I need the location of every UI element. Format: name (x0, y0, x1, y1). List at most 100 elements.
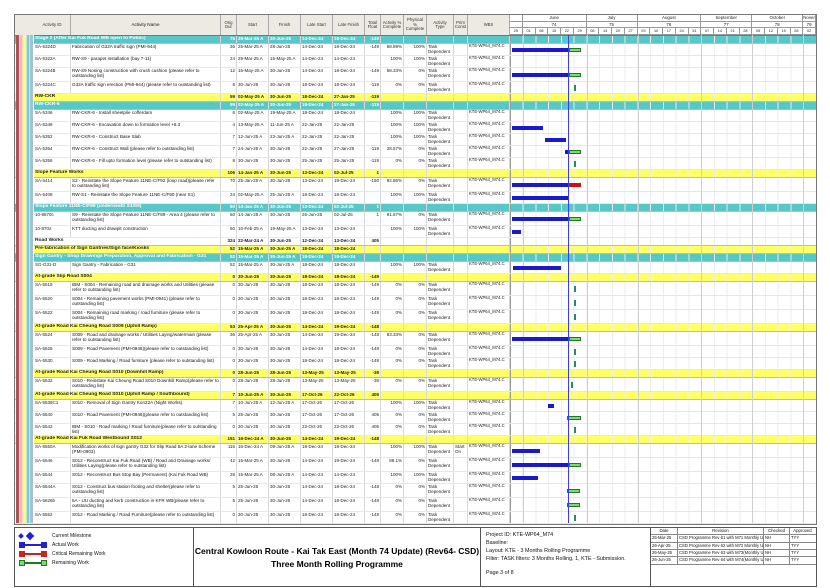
cell-d: 0 (221, 296, 237, 309)
cell-ls: 18-Dec-24 (301, 310, 333, 323)
cell-d: 0 (221, 310, 237, 323)
cell-mc (454, 370, 468, 377)
cell-mc (454, 274, 468, 281)
cell-pp: 0% (404, 498, 427, 511)
cell-lf: 18-Dec-24 (333, 296, 365, 309)
column-header-name: Activity Name (71, 15, 221, 35)
gantt-row (510, 122, 816, 133)
column-header-fn: Finish (269, 15, 301, 35)
gantt-row (510, 110, 816, 121)
cell-d: 0 (221, 274, 237, 281)
cell-mc (454, 324, 468, 331)
gantt-row (510, 412, 816, 423)
cell-fn: 30-Jun-25 (269, 412, 301, 423)
cell-tf: -148 (365, 324, 381, 331)
cell-at: Task Dependent (427, 44, 454, 55)
activity-row: SA-5518IBM - S004 - Remaining road and d… (15, 282, 816, 296)
actual-work-bar (512, 463, 569, 467)
cell-lf: 18-Dec-24 (333, 36, 365, 43)
cell-at: Task Dependent (427, 400, 454, 411)
revision-cell: CSD Programme Rev 64 with M74(Monthly Up… (678, 557, 764, 563)
cell-wbs: KTE-WP64_M74.C (468, 68, 510, 81)
cell-pp (404, 36, 427, 43)
group-band-row: At-grade Road Kai Cheung Road S010 (Down… (15, 370, 816, 378)
bar-sample-icon (19, 560, 49, 566)
gantt-row (510, 484, 816, 497)
cell-ls: 18-Dec-24 (301, 358, 333, 369)
group-band-title: Slope Feature Works (15, 170, 221, 177)
cell-ap: 100% (381, 56, 404, 67)
cell-pp (404, 274, 427, 281)
cell-wbs: KTE-WP64_M74.C (468, 412, 510, 423)
actual-work-bar (512, 48, 569, 52)
cell-wbs (468, 274, 510, 281)
cell-wbs: KTE-WP64_M74.C (468, 378, 510, 391)
programme-title: Central Kowloon Route - Kai Tak East (Mo… (194, 527, 481, 587)
cell-d: 90 (221, 204, 237, 211)
cell-ls: 22-Jan-25 (301, 146, 333, 157)
cell-ap: 100% (381, 262, 404, 273)
activity-id: SA-5538C1 (15, 400, 71, 411)
activity-id: SA-5324C (15, 82, 71, 93)
cell-lf: 18-Dec-24 (333, 282, 365, 295)
cell-ls: 22-Jan-25 (301, 134, 333, 145)
cell-lf: 19-Dec-24 (333, 324, 365, 331)
cell-ap (381, 254, 404, 261)
cell-wbs: KTE-WP64_M74.C (468, 122, 510, 133)
cell-pp (404, 324, 427, 331)
cell-wbs: KTE-WP64_M74.C (468, 332, 510, 345)
cell-mc (454, 310, 468, 323)
cell-mc (454, 346, 468, 357)
remaining-work-bar (567, 489, 580, 493)
timeline-week: 17 (663, 28, 676, 34)
cell-mc (454, 436, 468, 443)
cell-tf: -148 (365, 512, 381, 523)
cell-mc (454, 36, 468, 43)
cell-lf: 13-May-25 (333, 370, 365, 377)
timeline-week: 29 (574, 28, 587, 34)
activity-id: SA-5532 (15, 378, 71, 391)
cell-ls: 14-Dec-24 (301, 332, 333, 345)
cell-fn: 12-Jun-25 A (269, 400, 301, 411)
actual-work-bar (512, 337, 569, 341)
cell-d: 0 (221, 512, 237, 523)
cell-tf: 405 (365, 424, 381, 435)
milestone-tick (571, 382, 573, 388)
cell-lf: 27-Jan-25 (333, 146, 365, 157)
cell-pp: 100% (404, 472, 427, 483)
cell-wbs (468, 36, 510, 43)
activity-id: SA-5356 (15, 158, 71, 169)
cell-fn: 30-Jun-25 (269, 274, 301, 281)
activity-id: SA-5408 (15, 192, 71, 203)
cell-lf: 18-Dec-24 (333, 274, 365, 281)
actual-work-bar (513, 266, 561, 270)
timeline-period: 76 (638, 22, 702, 27)
cell-ap: 100% (381, 226, 404, 237)
gantt-row (510, 158, 816, 169)
cell-pp: 100% (404, 110, 427, 121)
cell-lf: 19-Dec-24 (333, 178, 365, 191)
revision-cell: NH (764, 557, 790, 563)
cell-st: 13-May-25 A (237, 122, 269, 133)
cell-at: Task Dependent (427, 512, 454, 523)
cell-d: 0 (221, 282, 237, 295)
cell-st: 30-Jun-25 (237, 424, 269, 435)
cell-st: 02-May-25 A (237, 192, 269, 203)
activity-id: SA-5524 (15, 332, 71, 345)
cell-mc (454, 192, 468, 203)
gantt-row (510, 458, 816, 471)
remaining-work-bar (569, 48, 581, 52)
cell-at: Task Dependent (427, 332, 454, 345)
activity-id: SA-5526 (15, 346, 71, 357)
cell-d: 5 (221, 498, 237, 511)
timeline-week: 15 (548, 28, 561, 34)
cell-mc (454, 246, 468, 253)
legend-item: Remaining Work (19, 558, 189, 567)
cell-wbs: KTE-WP64_M74.C (468, 110, 510, 121)
cell-lf: 27-Jan-25 (333, 94, 365, 101)
cell-d: 7 (221, 146, 237, 157)
revision-row: 26-May-25CSD Programme Rev 63 with M73(M… (651, 550, 816, 557)
cell-fn: 25-Jun-25 A (269, 192, 301, 203)
group-band-row: At-grade Slip Road S004030-Jun-2530-Jun-… (15, 274, 816, 282)
cell-d: 7 (221, 134, 237, 145)
